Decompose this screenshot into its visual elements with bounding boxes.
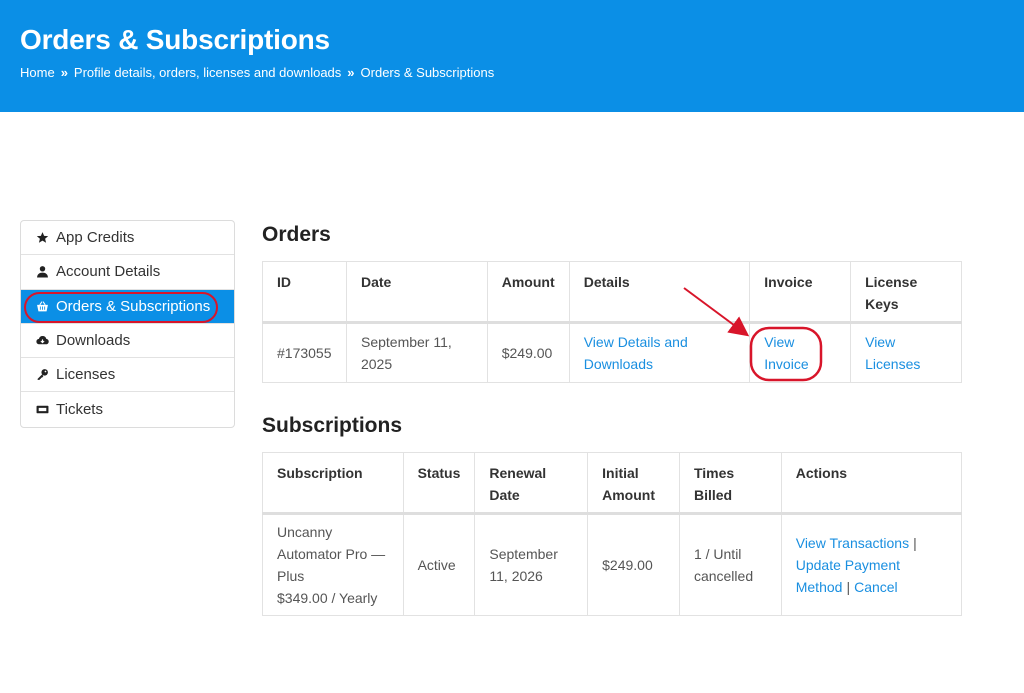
- column-header-date: Date: [346, 261, 488, 323]
- view-invoice-link[interactable]: View Invoice: [764, 334, 808, 372]
- subscriptions-table: Subscription Status Renewal Date Initial…: [262, 452, 962, 616]
- page-header: Orders & Subscriptions Home » Profile deta…: [0, 0, 1024, 112]
- column-header-renewal-date: Renewal Date: [474, 452, 589, 514]
- breadcrumb-profile[interactable]: Profile details, orders, licenses and do…: [74, 65, 341, 80]
- column-header-id: ID: [262, 261, 347, 323]
- subscription-status: Active: [403, 513, 476, 616]
- view-licenses-link[interactable]: View Licenses: [865, 334, 920, 372]
- subscription-initial-amount: $249.00: [587, 513, 680, 616]
- column-header-initial-amount: Initial Amount: [587, 452, 680, 514]
- orders-table: ID Date Amount Details Invoice License K…: [262, 261, 962, 383]
- sidebar-item-account-details[interactable]: Account Details: [21, 255, 234, 290]
- subscription-times-billed: 1 / Until cancelled: [679, 513, 782, 616]
- view-transactions-link[interactable]: View Transactions: [796, 535, 909, 551]
- table-row: #173055 September 11, 2025 $249.00 View …: [262, 322, 962, 383]
- breadcrumb-separator: »: [60, 65, 68, 80]
- cloud-download-icon: [35, 334, 49, 348]
- subscription-name: Uncanny Automator Pro — Plus: [277, 524, 386, 584]
- breadcrumb: Home » Profile details, orders, licenses a…: [20, 65, 494, 80]
- action-separator: |: [846, 579, 851, 595]
- breadcrumb-separator: »: [347, 65, 355, 80]
- action-separator: |: [913, 535, 917, 551]
- sidebar-item-label: Licenses: [56, 366, 116, 384]
- sidebar-item-licenses[interactable]: Licenses: [21, 358, 234, 393]
- sidebar-item-downloads[interactable]: Downloads: [21, 324, 234, 359]
- ticket-icon: [35, 403, 49, 417]
- order-license-cell: View Licenses: [851, 323, 962, 383]
- subscriptions-heading: Subscriptions: [262, 414, 403, 437]
- column-header-subscription: Subscription: [262, 452, 404, 514]
- cancel-subscription-link[interactable]: Cancel: [854, 579, 898, 595]
- sidebar-item-app-credits[interactable]: App Credits: [21, 221, 234, 256]
- column-header-status: Status: [403, 452, 476, 514]
- page-title: Orders & Subscriptions: [20, 24, 330, 55]
- order-amount: $249.00: [487, 322, 570, 383]
- star-icon: [35, 231, 49, 245]
- table-row: Uncanny Automator Pro — Plus $349.00 / Y…: [262, 513, 962, 616]
- table-header-row: ID Date Amount Details Invoice License K…: [262, 261, 962, 323]
- subscription-price: $349.00 / Yearly: [277, 590, 378, 606]
- view-details-link[interactable]: View Details and Downloads: [584, 334, 688, 372]
- order-invoice-cell: View Invoice: [749, 322, 852, 383]
- key-icon: [35, 368, 49, 382]
- sidebar-item-label: Tickets: [56, 401, 103, 419]
- order-details-cell: View Details and Downloads: [569, 322, 751, 383]
- order-date: September 11, 2025: [346, 322, 488, 383]
- breadcrumb-current: Orders & Subscriptions: [360, 65, 495, 80]
- sidebar-item-label: Downloads: [56, 332, 131, 350]
- column-header-license-keys: License Keys: [865, 274, 918, 312]
- column-header-invoice: Invoice: [749, 261, 852, 323]
- column-header-details: Details: [569, 261, 751, 323]
- table-header-row: Subscription Status Renewal Date Initial…: [262, 452, 962, 514]
- sidebar-item-tickets[interactable]: Tickets: [21, 392, 234, 426]
- column-header-amount: Amount: [487, 261, 570, 323]
- basket-icon: [35, 299, 49, 313]
- orders-heading: Orders: [262, 223, 331, 246]
- subscription-actions-cell: View Transactions | Update Payment Method…: [781, 514, 961, 616]
- sidebar-item-orders-subscriptions[interactable]: Orders & Subscriptions: [21, 289, 234, 324]
- breadcrumb-home[interactable]: Home: [20, 65, 55, 80]
- sidebar-item-label: Orders & Subscriptions: [56, 297, 211, 315]
- subscription-renewal-date: September 11, 2026: [474, 513, 589, 616]
- column-header-actions: Actions: [795, 465, 848, 481]
- sidebar-item-label: App Credits: [56, 229, 135, 247]
- subscription-cell: Uncanny Automator Pro — Plus $349.00 / Y…: [262, 513, 404, 616]
- order-id: #173055: [262, 322, 347, 383]
- user-icon: [35, 265, 49, 279]
- column-header-times-billed: Times Billed: [679, 452, 782, 514]
- sidebar-item-label: Account Details: [56, 263, 161, 281]
- account-sidebar: App Credits Account Details Orders & Sub…: [20, 220, 235, 428]
